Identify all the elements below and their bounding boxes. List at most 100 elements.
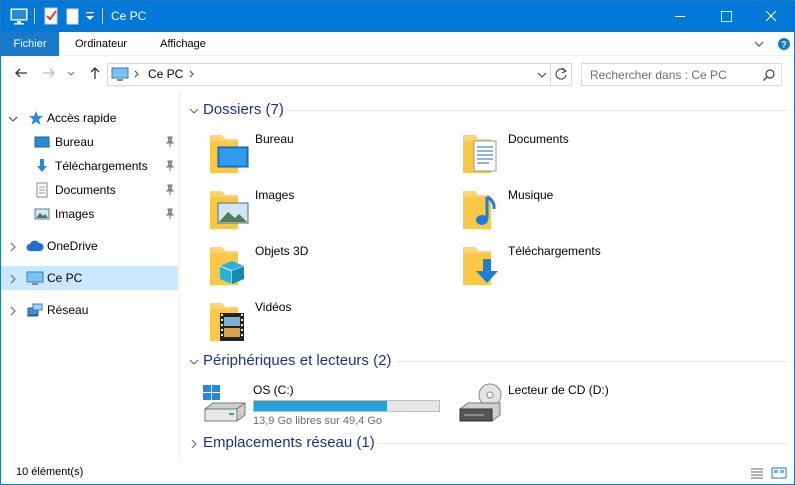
pictures-icon bbox=[34, 206, 50, 222]
sidebar-item-label: Téléchargements bbox=[55, 159, 148, 173]
pin-icon[interactable] bbox=[165, 136, 175, 148]
title-bar: Ce PC bbox=[1, 1, 794, 32]
refresh-button[interactable] bbox=[550, 63, 572, 86]
large-icons-view-icon[interactable] bbox=[771, 465, 787, 481]
collapsed-chevron-icon[interactable] bbox=[8, 273, 18, 284]
tab-affichage[interactable]: Affichage bbox=[143, 32, 223, 56]
windows-drive-icon bbox=[201, 383, 249, 423]
navigation-bar: Ce PC Rechercher dans : Ce PC bbox=[1, 56, 794, 92]
sidebar-item-label: Ce PC bbox=[47, 271, 83, 285]
breadcrumb-chevron-icon[interactable] bbox=[188, 68, 196, 80]
recent-locations-icon[interactable] bbox=[66, 65, 76, 81]
group-divider bbox=[377, 443, 787, 444]
pin-icon[interactable] bbox=[165, 160, 175, 172]
tab-fichier[interactable]: Fichier bbox=[1, 32, 59, 56]
new-folder-icon[interactable] bbox=[63, 6, 83, 26]
pin-icon[interactable] bbox=[165, 208, 175, 220]
folder-tile-telechargements[interactable]: Téléchargements bbox=[436, 241, 676, 293]
sidebar-item-label: Accès rapide bbox=[47, 111, 117, 125]
tab-ordinateur[interactable]: Ordinateur bbox=[59, 32, 143, 56]
address-bar[interactable]: Ce PC bbox=[107, 63, 551, 86]
address-dropdown-icon[interactable] bbox=[536, 69, 548, 81]
group-header-folders[interactable]: Dossiers (7) bbox=[187, 100, 787, 120]
drive-tile-os-c[interactable]: OS (C:) 13,9 Go libres sur 49,4 Go bbox=[181, 379, 451, 431]
content-pane: Dossiers (7) Bureau Documents Images Mus… bbox=[181, 92, 794, 461]
folder-tile-documents[interactable]: Documents bbox=[436, 129, 676, 181]
desktop-icon bbox=[34, 134, 50, 150]
sidebar-item-this-pc[interactable]: Ce PC bbox=[1, 266, 178, 290]
title-separator bbox=[102, 8, 103, 24]
sidebar-item-network[interactable]: Réseau bbox=[1, 298, 178, 322]
sidebar-item-telechargements[interactable]: Téléchargements bbox=[1, 154, 178, 178]
group-title: Emplacements réseau (1) bbox=[203, 434, 375, 451]
sidebar-item-label: OneDrive bbox=[47, 239, 98, 253]
sidebar-item-label: Réseau bbox=[47, 303, 89, 317]
sidebar-item-label: Images bbox=[55, 207, 95, 221]
sidebar-item-documents[interactable]: Documents bbox=[1, 178, 178, 202]
search-icon[interactable] bbox=[762, 68, 776, 82]
group-title: Périphériques et lecteurs (2) bbox=[203, 352, 392, 369]
help-icon[interactable]: ? bbox=[777, 37, 791, 51]
maximize-button[interactable] bbox=[703, 1, 749, 32]
folder-label: Documents bbox=[508, 132, 569, 146]
sidebar-item-label: Bureau bbox=[55, 135, 94, 149]
folder-tile-images[interactable]: Images bbox=[183, 185, 423, 237]
details-view-icon[interactable] bbox=[749, 465, 765, 481]
folder-label: Bureau bbox=[255, 132, 294, 146]
drive-free-space: 13,9 Go libres sur 49,4 Go bbox=[253, 415, 383, 427]
minimize-button[interactable] bbox=[657, 1, 703, 32]
sidebar-item-images[interactable]: Images bbox=[1, 202, 178, 226]
objects-3d-folder-icon bbox=[208, 241, 252, 289]
folder-label: Vidéos bbox=[255, 300, 292, 314]
close-button[interactable] bbox=[748, 1, 794, 32]
properties-check-icon[interactable] bbox=[41, 6, 61, 26]
desktop-folder-icon bbox=[208, 129, 252, 177]
group-divider bbox=[287, 110, 787, 111]
group-header-devices[interactable]: Périphériques et lecteurs (2) bbox=[187, 351, 787, 371]
breadcrumb-this-pc[interactable]: Ce PC bbox=[148, 67, 183, 81]
navigation-pane: Accès rapide Bureau Téléchargements Docu… bbox=[1, 92, 180, 461]
sidebar-item-bureau[interactable]: Bureau bbox=[1, 130, 178, 154]
folder-tile-videos[interactable]: Vidéos bbox=[183, 297, 423, 349]
collapsed-chevron-icon[interactable] bbox=[189, 438, 199, 449]
folder-label: Objets 3D bbox=[255, 244, 309, 258]
dropdown-icon[interactable] bbox=[84, 6, 96, 26]
folder-tile-objets-3d[interactable]: Objets 3D bbox=[183, 241, 423, 293]
collapsed-chevron-icon[interactable] bbox=[8, 305, 18, 316]
folder-tile-bureau[interactable]: Bureau bbox=[183, 129, 423, 181]
explorer-window: Ce PC Fichier Ordinateur Affichage ? Ce … bbox=[0, 0, 795, 485]
expanded-chevron-icon[interactable] bbox=[189, 105, 199, 115]
drive-tile-cd-d[interactable]: Lecteur de CD (D:) bbox=[436, 379, 706, 431]
document-icon bbox=[34, 182, 50, 198]
expanded-chevron-icon[interactable] bbox=[8, 113, 18, 123]
star-icon bbox=[28, 110, 44, 126]
drive-label: OS (C:) bbox=[253, 383, 294, 397]
folder-label: Musique bbox=[508, 188, 554, 202]
sidebar-item-quick-access[interactable]: Accès rapide bbox=[1, 106, 178, 130]
collapsed-chevron-icon[interactable] bbox=[8, 241, 18, 252]
network-icon bbox=[26, 302, 44, 318]
drive-label: Lecteur de CD (D:) bbox=[508, 383, 609, 397]
expand-ribbon-icon[interactable] bbox=[752, 37, 766, 51]
search-input[interactable]: Rechercher dans : Ce PC bbox=[581, 63, 782, 86]
downloads-folder-icon bbox=[461, 241, 505, 289]
expanded-chevron-icon[interactable] bbox=[189, 356, 199, 366]
drive-usage-fill bbox=[254, 401, 388, 411]
folder-label: Téléchargements bbox=[508, 244, 601, 258]
status-bar: 10 élément(s) bbox=[1, 461, 794, 484]
group-header-network-locations[interactable]: Emplacements réseau (1) bbox=[187, 433, 787, 453]
up-arrow-icon[interactable] bbox=[87, 65, 103, 81]
pin-icon[interactable] bbox=[165, 184, 175, 196]
refresh-icon bbox=[555, 67, 568, 80]
forward-arrow-icon[interactable] bbox=[41, 65, 57, 81]
folder-tile-musique[interactable]: Musique bbox=[436, 185, 676, 237]
cd-drive-icon bbox=[456, 383, 504, 423]
back-arrow-icon[interactable] bbox=[13, 65, 29, 81]
qat-separator bbox=[34, 8, 35, 24]
computer-icon[interactable] bbox=[9, 6, 29, 26]
folder-label: Images bbox=[255, 188, 295, 202]
pictures-folder-icon bbox=[208, 185, 252, 233]
window-title: Ce PC bbox=[111, 9, 147, 23]
sidebar-item-onedrive[interactable]: OneDrive bbox=[1, 234, 178, 258]
group-title: Dossiers (7) bbox=[203, 101, 284, 118]
